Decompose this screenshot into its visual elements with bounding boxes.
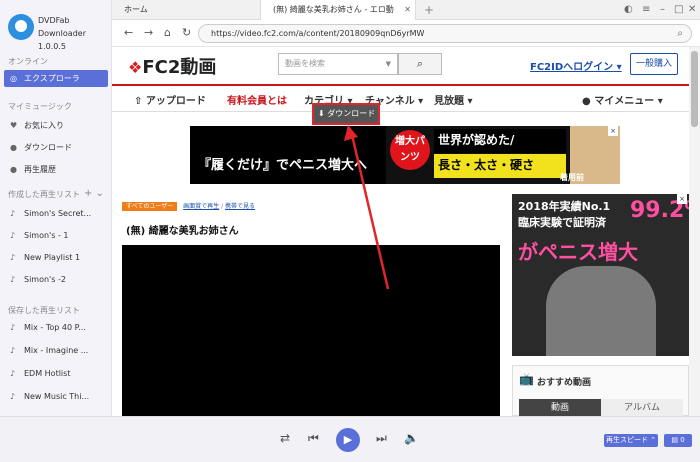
video-player[interactable] [122, 245, 500, 416]
site-search-button[interactable]: ⌕ [398, 53, 442, 75]
section-saved-label: 保存した再生リスト [8, 306, 80, 315]
download-overlay-button[interactable]: ⬇ ダウンロード [312, 103, 380, 125]
maximize-icon[interactable]: □ [674, 0, 683, 20]
playlist-item[interactable]: ♪ Simon's - 1 [4, 227, 108, 244]
search-icon[interactable]: ⌕ [677, 25, 683, 42]
breadcrumb-all-users[interactable]: すべてのユーザー [122, 202, 178, 211]
fc2-logo[interactable]: ❖FC2動画 [128, 53, 218, 78]
music-note-icon: ♪ [10, 323, 16, 332]
recommend-box: 📺 おすすめ動画 動画 アルバム [512, 365, 689, 416]
queue-icon: ▤ [671, 436, 681, 444]
globe-icon: ◎ [10, 74, 17, 83]
breadcrumb: すべてのユーザー 画面賞で再生 / 携帯で見る [122, 201, 255, 213]
refresh-icon[interactable]: ↻ [182, 26, 191, 39]
web-page: ❖FC2動画 動画を検索 ▼ ⌕ FC2IDへログイン ▾ 一般購入 ⇧ アップロ… [112, 47, 689, 416]
red-arrow-annotation [344, 125, 390, 290]
recommend-tab-album[interactable]: アルバム [601, 399, 683, 416]
saved-playlist-item[interactable]: ♪ New Music Thi... [4, 388, 108, 405]
playback-speed-button[interactable]: 再生スピード ⌃ [604, 434, 658, 447]
ad-close-icon[interactable]: × [677, 194, 687, 204]
play-icon: ▶ [343, 433, 353, 446]
close-tab-icon[interactable]: ✕ [404, 0, 411, 20]
address-bar: ← → ⌂ ↻ https://video.fc2.com/a/content/… [112, 20, 700, 47]
sidebar: DVDFab Downloader 1.0.0.5 オンライン ◎ エクスプローラ… [0, 0, 112, 416]
sidebar-item-history[interactable]: ● 再生履歴 [4, 161, 108, 178]
playlist-item[interactable]: ♪ New Playlist 1 [4, 249, 108, 266]
guest-purchase-button[interactable]: 一般購入 [630, 53, 678, 75]
site-menu: ⇧ アップロード 有料会員とは カテゴリ ▾ チャンネル ▾ 見放題 ▾ ● マ… [112, 84, 689, 112]
video-title: (無) 綺麗な美乳お姉さん [126, 226, 239, 237]
dropdown-icon[interactable]: ▼ [386, 54, 391, 74]
play-button[interactable]: ▶ [336, 428, 360, 452]
download-arrow-icon: ⬇ [318, 109, 328, 118]
ad-image [546, 266, 656, 356]
player-bar: ⇄ ⏮ ▶ ⏭ 🔈 再生スピード ⌃ ▤ 0 [0, 416, 700, 462]
saved-playlist-item[interactable]: ♪ EDM Hotlist [4, 365, 108, 382]
menu-premium[interactable]: 有料会員とは [227, 92, 287, 107]
site-search-input[interactable]: 動画を検索 ▼ [278, 53, 398, 75]
user-icon: ● [582, 96, 595, 107]
clock-icon: ● [10, 165, 17, 174]
recommend-tab-video[interactable]: 動画 [519, 399, 601, 416]
playlist-item[interactable]: ♪ Simon's Secret... [4, 205, 108, 222]
music-note-icon: ♪ [10, 275, 16, 284]
app-logo-icon [8, 14, 34, 40]
search-icon: ⌕ [416, 57, 424, 70]
menu-icon[interactable]: ≡ [642, 0, 650, 20]
sidebar-item-download[interactable]: ● ダウンロード [4, 139, 108, 156]
back-icon[interactable]: ← [124, 26, 133, 39]
tv-icon: 📺 [519, 372, 534, 386]
app-name: DVDFab Downloader 1.0.0.5 [38, 16, 86, 51]
saved-playlist-item[interactable]: ♪ Mix - Top 40 P... [4, 319, 108, 336]
scrollbar-thumb[interactable] [691, 51, 698, 127]
volume-icon[interactable]: 🔈 [404, 431, 419, 445]
section-online-label: オンライン [8, 57, 48, 66]
playlist-item[interactable]: ♪ Simon's -2 [4, 271, 108, 288]
banner-ad[interactable]: 『履くだけ』でペニス増大へ 増大パンツ 世界が認めた/ 長さ・太さ・硬さ 着用前… [190, 126, 620, 184]
new-tab-icon[interactable]: + [424, 0, 434, 20]
menu-upload[interactable]: ⇧ アップロード [134, 92, 206, 107]
music-note-icon: ♪ [10, 209, 16, 218]
section-music-label: マイミュージック [8, 102, 72, 111]
music-note-icon: ♪ [10, 369, 16, 378]
theme-icon[interactable]: ◐ [624, 0, 633, 20]
breadcrumb-link[interactable]: 画面賞で再生 [183, 203, 219, 210]
music-note-icon: ♪ [10, 253, 16, 262]
side-ad[interactable]: 2018年実績No.1 臨床実験で証明済 99.2% がペニス増大 × [512, 194, 689, 356]
forward-icon[interactable]: → [144, 26, 153, 39]
tab-active[interactable]: (無) 綺麗な美乳お姉さん - エロ動 ✕ [260, 0, 416, 20]
repeat-icon[interactable]: ⇄ [280, 431, 290, 445]
url-input[interactable]: https://video.fc2.com/a/content/20180909… [198, 24, 692, 43]
home-icon[interactable]: ⌂ [164, 26, 171, 39]
sidebar-item-explorer[interactable]: ◎ エクスプローラ [4, 70, 108, 87]
saved-playlist-item[interactable]: ♪ Mix - Imagine ... [4, 342, 108, 359]
section-created-label: 作成した再生リスト [8, 190, 80, 199]
close-window-icon[interactable]: ✕ [688, 0, 696, 20]
ad-close-icon[interactable]: × [608, 126, 618, 136]
music-note-icon: ♪ [10, 346, 16, 355]
minimize-icon[interactable]: – [660, 0, 665, 20]
download-icon: ● [10, 143, 17, 152]
previous-icon[interactable]: ⏮ [308, 431, 319, 446]
music-note-icon: ♪ [10, 231, 16, 240]
next-icon[interactable]: ⏭ [376, 431, 387, 446]
breadcrumb-link[interactable]: 携帯で見る [225, 203, 255, 210]
login-link[interactable]: FC2IDへログイン ▾ [530, 58, 622, 73]
upload-icon: ⇧ [134, 96, 146, 107]
add-playlist-icon[interactable]: + ⌄ [84, 188, 104, 199]
sidebar-item-favorites[interactable]: ♥ お気に入り [4, 117, 108, 134]
music-note-icon: ♪ [10, 392, 16, 401]
menu-unlimited[interactable]: 見放題 ▾ [434, 92, 473, 107]
queue-button[interactable]: ▤ 0 [664, 434, 692, 447]
tab-bar: ホーム (無) 綺麗な美乳お姉さん - エロ動 ✕ + ◐ ≡ – □ ✕ [112, 0, 700, 20]
page-scrollbar[interactable] [689, 47, 700, 416]
fc2-logo-icon: ❖ [128, 58, 143, 77]
tab-home[interactable]: ホーム [112, 0, 252, 20]
heart-icon: ♥ [10, 121, 18, 130]
menu-my-menu[interactable]: ● マイメニュー ▾ [582, 92, 663, 107]
